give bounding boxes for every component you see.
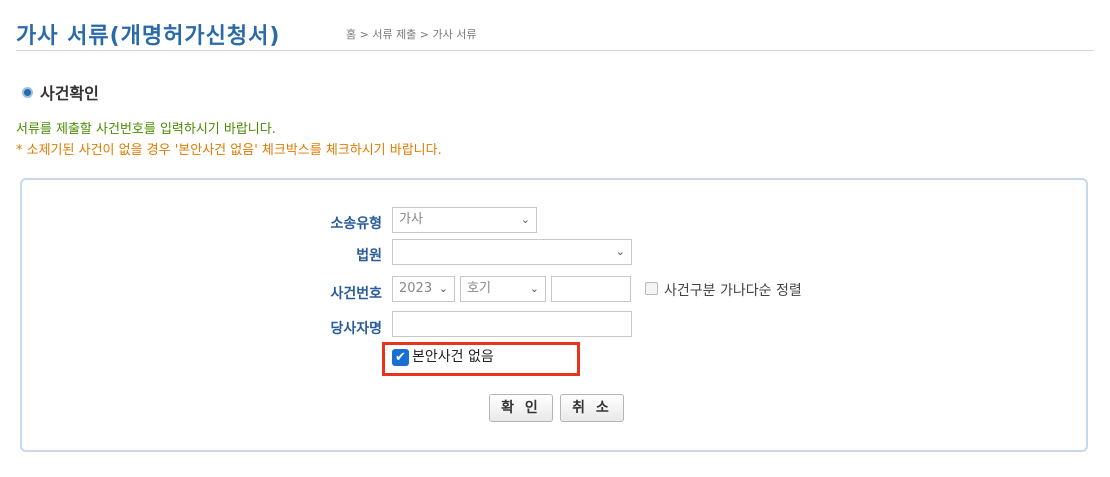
case-type-select[interactable]: 가사 ⌄	[392, 207, 537, 233]
court-select[interactable]: ⌄	[392, 239, 632, 265]
case-year-select[interactable]: 2023 ⌄	[392, 276, 455, 302]
no-main-case-checkbox[interactable]: ✔	[392, 349, 409, 366]
breadcrumb: 홈 > 서류 제출 > 가사 서류	[346, 28, 477, 41]
sort-checkbox-label: 사건구분 가나다순 정렬	[664, 283, 802, 299]
section-heading: 사건확인	[22, 80, 99, 104]
confirm-button[interactable]: 확 인	[489, 394, 553, 422]
case-code-value: 호기	[467, 281, 491, 296]
party-name-label: 당사자명	[330, 321, 382, 337]
chevron-down-icon: ⌄	[520, 213, 530, 226]
court-label: 법원	[356, 248, 382, 264]
bullet-icon	[22, 86, 33, 98]
case-number-label: 사건번호	[330, 286, 382, 302]
cancel-button[interactable]: 취 소	[560, 394, 624, 422]
checkmark-icon: ✔	[395, 350, 406, 365]
case-number-input[interactable]	[551, 276, 631, 302]
case-year-value: 2023	[399, 281, 433, 296]
chevron-down-icon: ⌄	[615, 245, 625, 258]
page-title: 가사 서류(개명허가신청서)	[16, 24, 281, 49]
no-main-case-label: 본안사건 없음	[412, 349, 494, 365]
title-bar: 가사 서류(개명허가신청서) 홈 > 서류 제출 > 가사 서류	[16, 14, 1094, 51]
section-title: 사건확인	[40, 84, 99, 103]
party-name-input[interactable]	[392, 311, 632, 337]
case-type-label: 소송유형	[330, 216, 382, 232]
notice-instruction: 서류를 제출할 사건번호를 입력하시기 바랍니다.	[16, 122, 276, 137]
sort-checkbox[interactable]	[645, 282, 658, 295]
chevron-down-icon: ⌄	[529, 282, 539, 295]
chevron-down-icon: ⌄	[438, 282, 448, 295]
case-code-select[interactable]: 호기 ⌄	[460, 276, 546, 302]
notice-warning: * 소제기된 사건이 없을 경우 '본안사건 없음' 체크박스를 체크하시기 바…	[16, 143, 442, 158]
case-type-value: 가사	[399, 212, 423, 227]
